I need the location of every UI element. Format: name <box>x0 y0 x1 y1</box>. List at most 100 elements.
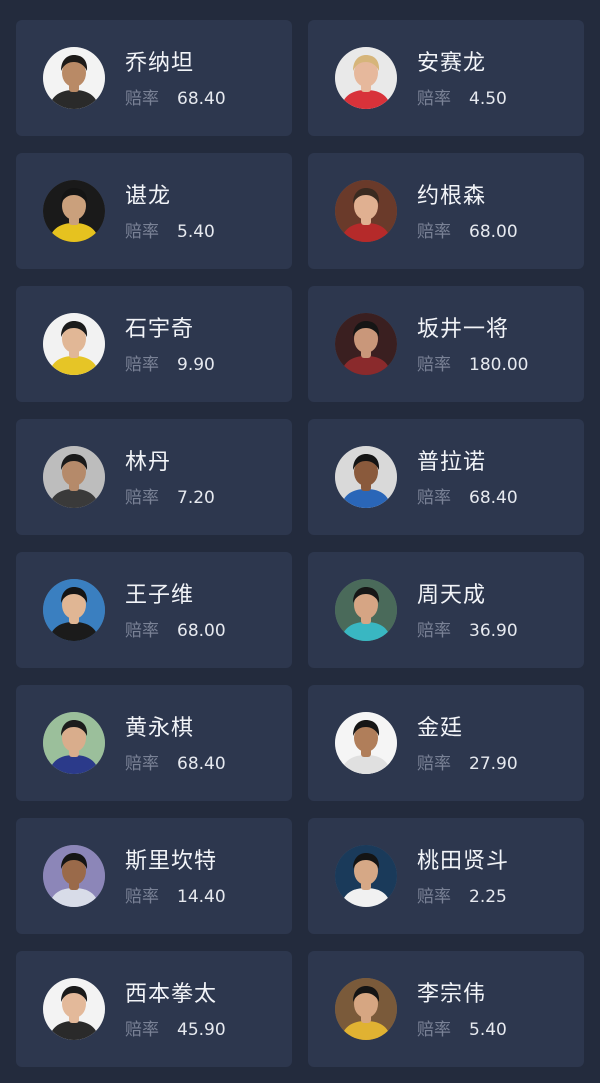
player-card-8[interactable]: 王子维 赔率 68.00 <box>16 552 292 668</box>
player-photo-icon <box>43 446 105 508</box>
player-grid: 乔纳坦 赔率 68.40 安赛龙 赔率 4.50 谌龙 赔率 5.40 约根森 … <box>16 20 584 1067</box>
player-name: 林丹 <box>125 450 172 475</box>
odds-label: 赔率 <box>125 754 159 774</box>
odds-value: 180.00 <box>469 355 529 375</box>
odds-label: 赔率 <box>417 754 451 774</box>
odds-row: 赔率 5.40 <box>125 221 215 243</box>
odds-row: 赔率 36.90 <box>417 620 518 642</box>
odds-value: 4.50 <box>469 89 507 109</box>
player-photo-icon <box>335 47 397 109</box>
player-avatar <box>43 845 105 907</box>
odds-label: 赔率 <box>417 222 451 242</box>
player-avatar <box>43 978 105 1040</box>
player-avatar <box>335 180 397 242</box>
player-card-12[interactable]: 斯里坎特 赔率 14.40 <box>16 818 292 934</box>
player-photo-icon <box>335 845 397 907</box>
odds-value: 27.90 <box>469 754 518 774</box>
odds-value: 2.25 <box>469 887 507 907</box>
odds-row: 赔率 180.00 <box>417 354 528 376</box>
player-card-14[interactable]: 西本拳太 赔率 45.90 <box>16 951 292 1067</box>
odds-label: 赔率 <box>125 222 159 242</box>
player-card-13[interactable]: 桃田贤斗 赔率 2.25 <box>308 818 584 934</box>
player-name: 周天成 <box>417 583 487 608</box>
player-photo-icon <box>335 712 397 774</box>
odds-label: 赔率 <box>417 1020 451 1040</box>
odds-value: 68.40 <box>177 89 226 109</box>
odds-label: 赔率 <box>125 621 159 641</box>
odds-row: 赔率 2.25 <box>417 886 507 908</box>
odds-row: 赔率 68.00 <box>417 221 518 243</box>
odds-value: 14.40 <box>177 887 226 907</box>
odds-label: 赔率 <box>125 488 159 508</box>
player-avatar <box>43 313 105 375</box>
player-photo-icon <box>43 313 105 375</box>
player-card-15[interactable]: 李宗伟 赔率 5.40 <box>308 951 584 1067</box>
player-name: 桃田贤斗 <box>417 849 510 874</box>
odds-value: 68.40 <box>469 488 518 508</box>
player-photo-icon <box>335 446 397 508</box>
player-avatar <box>43 446 105 508</box>
odds-value: 45.90 <box>177 1020 226 1040</box>
odds-row: 赔率 9.90 <box>125 354 215 376</box>
odds-value: 9.90 <box>177 355 215 375</box>
player-name: 金廷 <box>417 716 464 741</box>
player-name: 约根森 <box>417 184 487 209</box>
odds-value: 5.40 <box>469 1020 507 1040</box>
player-name: 谌龙 <box>125 184 172 209</box>
player-avatar <box>335 47 397 109</box>
player-name: 西本拳太 <box>125 982 218 1007</box>
player-card-6[interactable]: 林丹 赔率 7.20 <box>16 419 292 535</box>
odds-value: 68.00 <box>177 621 226 641</box>
odds-value: 68.00 <box>469 222 518 242</box>
player-avatar <box>335 313 397 375</box>
odds-value: 7.20 <box>177 488 215 508</box>
odds-value: 5.40 <box>177 222 215 242</box>
player-avatar <box>43 579 105 641</box>
player-card-11[interactable]: 金廷 赔率 27.90 <box>308 685 584 801</box>
odds-row: 赔率 68.40 <box>125 88 226 110</box>
player-card-0[interactable]: 乔纳坦 赔率 68.40 <box>16 20 292 136</box>
player-card-10[interactable]: 黄永棋 赔率 68.40 <box>16 685 292 801</box>
player-name: 王子维 <box>125 583 195 608</box>
player-avatar <box>43 47 105 109</box>
player-photo-icon <box>43 978 105 1040</box>
player-avatar <box>335 446 397 508</box>
player-photo-icon <box>43 712 105 774</box>
player-name: 坂井一将 <box>417 317 510 342</box>
player-photo-icon <box>335 313 397 375</box>
odds-label: 赔率 <box>125 355 159 375</box>
player-name: 安赛龙 <box>417 51 487 76</box>
player-name: 石宇奇 <box>125 317 195 342</box>
odds-row: 赔率 68.40 <box>417 487 518 509</box>
odds-label: 赔率 <box>417 621 451 641</box>
player-photo-icon <box>43 845 105 907</box>
player-card-3[interactable]: 约根森 赔率 68.00 <box>308 153 584 269</box>
player-avatar <box>335 978 397 1040</box>
odds-label: 赔率 <box>417 89 451 109</box>
player-card-5[interactable]: 坂井一将 赔率 180.00 <box>308 286 584 402</box>
player-avatar <box>335 845 397 907</box>
player-card-7[interactable]: 普拉诺 赔率 68.40 <box>308 419 584 535</box>
player-name: 乔纳坦 <box>125 51 195 76</box>
player-card-1[interactable]: 安赛龙 赔率 4.50 <box>308 20 584 136</box>
odds-value: 36.90 <box>469 621 518 641</box>
odds-row: 赔率 14.40 <box>125 886 226 908</box>
odds-label: 赔率 <box>417 488 451 508</box>
player-name: 黄永棋 <box>125 716 195 741</box>
player-avatar <box>335 579 397 641</box>
player-photo-icon <box>335 978 397 1040</box>
player-avatar <box>43 180 105 242</box>
player-card-9[interactable]: 周天成 赔率 36.90 <box>308 552 584 668</box>
player-photo-icon <box>43 579 105 641</box>
odds-row: 赔率 7.20 <box>125 487 215 509</box>
player-card-2[interactable]: 谌龙 赔率 5.40 <box>16 153 292 269</box>
odds-row: 赔率 27.90 <box>417 753 518 775</box>
player-card-4[interactable]: 石宇奇 赔率 9.90 <box>16 286 292 402</box>
player-avatar <box>335 712 397 774</box>
player-name: 李宗伟 <box>417 982 487 1007</box>
odds-label: 赔率 <box>125 887 159 907</box>
odds-row: 赔率 4.50 <box>417 88 507 110</box>
odds-label: 赔率 <box>125 89 159 109</box>
odds-row: 赔率 68.40 <box>125 753 226 775</box>
odds-row: 赔率 5.40 <box>417 1019 507 1041</box>
